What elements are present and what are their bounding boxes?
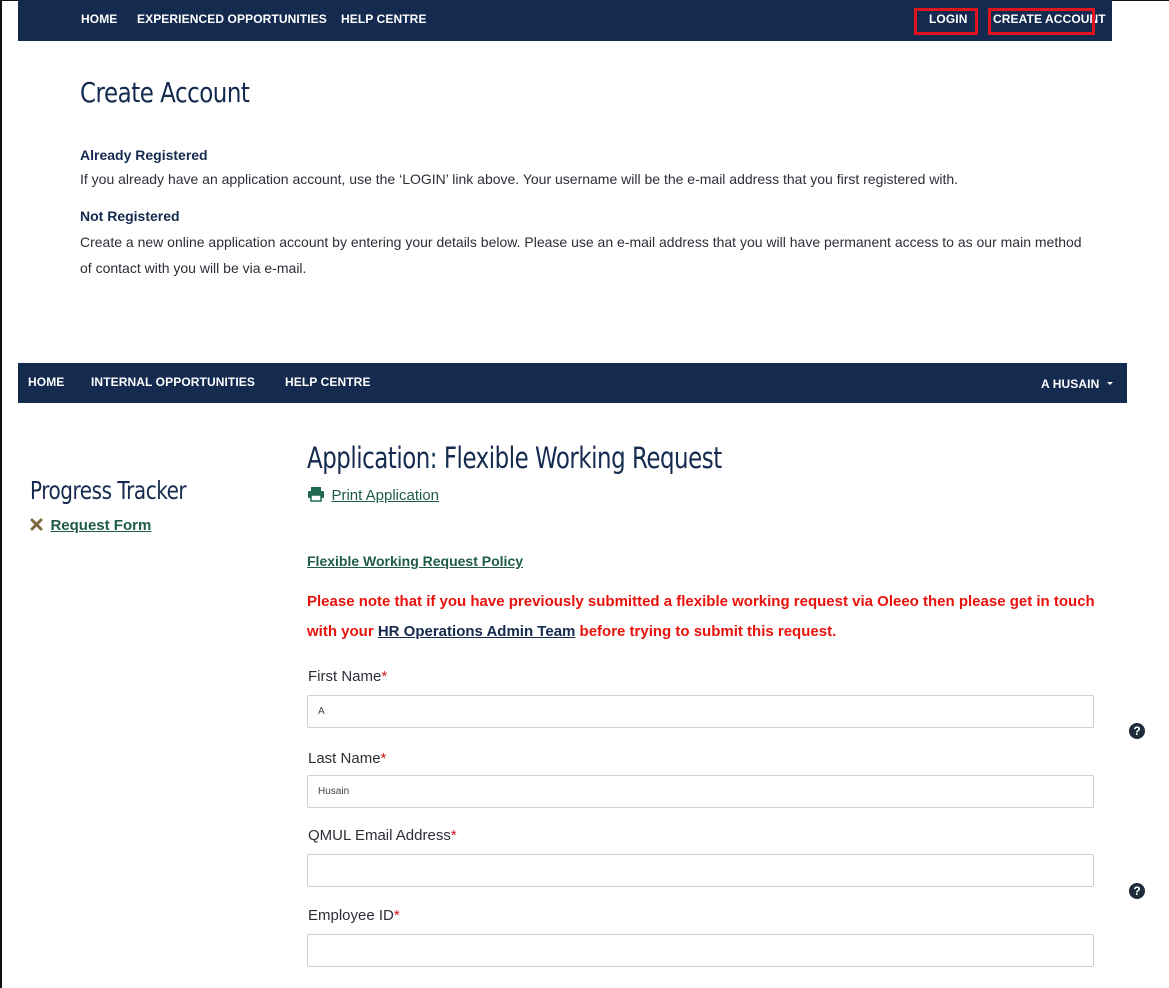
create-account-title: Create Account [80, 76, 250, 109]
nav-internal-opportunities-link[interactable]: INTERNAL OPPORTUNITIES [91, 375, 255, 389]
progress-item-request-form[interactable]: Request Form [30, 517, 151, 535]
last-name-input[interactable] [307, 775, 1094, 808]
last-name-label-text: Last Name [308, 750, 381, 767]
not-registered-heading: Not Registered [80, 208, 180, 224]
user-menu[interactable]: A HUSAIN [1041, 375, 1113, 393]
print-application-link[interactable]: Print Application [307, 486, 439, 505]
nav-help-centre-link[interactable]: HELP CENTRE [285, 375, 371, 389]
close-icon [30, 518, 43, 531]
first-name-input[interactable] [307, 695, 1094, 728]
already-registered-heading: Already Registered [80, 147, 208, 163]
warning-message: Please note that if you have previously … [307, 587, 1107, 647]
login-highlight-box [914, 8, 978, 35]
email-label: QMUL Email Address* [308, 827, 457, 844]
employee-id-input[interactable] [307, 934, 1094, 967]
email-label-text: QMUL Email Address [308, 827, 451, 844]
required-mark: * [450, 827, 457, 844]
required-mark: * [393, 907, 400, 924]
employee-id-label-text: Employee ID [308, 907, 394, 924]
progress-tracker-title: Progress Tracker [30, 476, 187, 505]
nav-home-link[interactable]: HOME [28, 375, 64, 389]
request-form-link[interactable]: Request Form [50, 517, 151, 534]
printer-icon [308, 487, 324, 502]
help-icon[interactable]: ? [1129, 723, 1145, 739]
first-name-label: First Name* [308, 668, 387, 685]
first-name-label-text: First Name [308, 668, 382, 685]
warning-text-after: before trying to submit this request. [575, 623, 837, 640]
help-icon[interactable]: ? [1129, 883, 1145, 899]
hr-operations-link[interactable]: HR Operations Admin Team [378, 623, 576, 640]
create-account-highlight-box [988, 8, 1095, 35]
application-title: Application: Flexible Working Request [307, 441, 722, 475]
employee-id-label: Employee ID* [308, 907, 400, 924]
nav-home-link[interactable]: HOME [81, 12, 117, 26]
policy-link[interactable]: Flexible Working Request Policy [307, 553, 523, 569]
frame-left-border [0, 0, 2, 988]
required-mark: * [380, 750, 387, 767]
email-input[interactable] [307, 854, 1094, 887]
already-registered-text: If you already have an application accou… [80, 171, 959, 187]
user-menu-label: A HUSAIN [1041, 377, 1100, 391]
nav-help-centre-link[interactable]: HELP CENTRE [341, 12, 427, 26]
nav-experienced-opportunities-link[interactable]: EXPERIENCED OPPORTUNITIES [137, 12, 327, 26]
print-application-label: Print Application [331, 487, 440, 504]
last-name-label: Last Name* [308, 750, 386, 767]
not-registered-text: Create a new online application account … [80, 234, 1082, 276]
internal-navbar: HOME INTERNAL OPPORTUNITIES HELP CENTRE … [18, 363, 1127, 403]
required-mark: * [381, 668, 388, 685]
caret-down-icon [1106, 382, 1113, 386]
